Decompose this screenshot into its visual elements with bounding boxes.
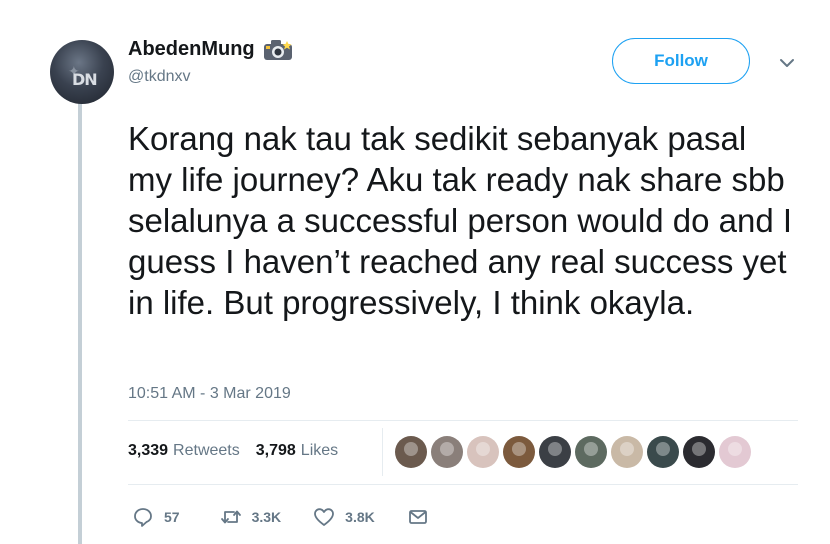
reply-action[interactable]: 57 [132,506,180,528]
envelope-icon[interactable] [407,506,429,528]
likes-label[interactable]: Likes [301,442,338,460]
retweet-icon[interactable] [220,506,242,528]
liker-avatars [395,436,755,468]
retweets-label[interactable]: Retweets [173,442,240,460]
divider-bottom [128,484,798,485]
camera-emoji-icon [263,39,292,60]
liker-avatar[interactable] [503,436,535,468]
liker-avatar[interactable] [611,436,643,468]
avatar-monogram: DN [72,70,98,89]
follow-button[interactable]: Follow [612,38,750,84]
likes-count[interactable]: 3,798 [256,442,296,460]
divider-top [128,420,798,421]
liker-avatar[interactable] [647,436,679,468]
chevron-down-icon[interactable] [778,56,796,70]
heart-icon[interactable] [313,506,335,528]
thread-line [78,96,82,544]
tweet-timestamp[interactable]: 10:51 AM - 3 Mar 2019 [128,385,291,403]
liker-avatar[interactable] [683,436,715,468]
liker-avatar[interactable] [431,436,463,468]
like-count: 3.8K [345,509,375,525]
liker-avatar[interactable] [395,436,427,468]
liker-avatar[interactable] [539,436,571,468]
tweet-actions: 57 3.3K 3.8K [132,506,429,528]
message-action[interactable] [407,506,429,528]
tweet-text: Korang nak tau tak sedikit sebanyak pasa… [128,120,793,321]
retweet-action[interactable]: 3.3K [220,506,282,528]
stats-separator [382,428,383,476]
liker-avatar[interactable] [719,436,751,468]
author-handle[interactable]: @tkdnxv [128,68,190,86]
engagement-stats: 3,339 Retweets 3,798 Likes [128,442,338,460]
like-action[interactable]: 3.8K [313,506,375,528]
author-display-name[interactable]: AbedenMung [128,38,255,61]
retweets-count[interactable]: 3,339 [128,442,168,460]
liker-avatar[interactable] [575,436,607,468]
reply-icon[interactable] [132,506,154,528]
liker-avatar[interactable] [467,436,499,468]
author-avatar[interactable]: ✦ DN [50,40,114,104]
retweet-count: 3.3K [251,509,282,525]
reply-count: 57 [164,509,180,525]
author-name-row: AbedenMung [128,38,293,61]
